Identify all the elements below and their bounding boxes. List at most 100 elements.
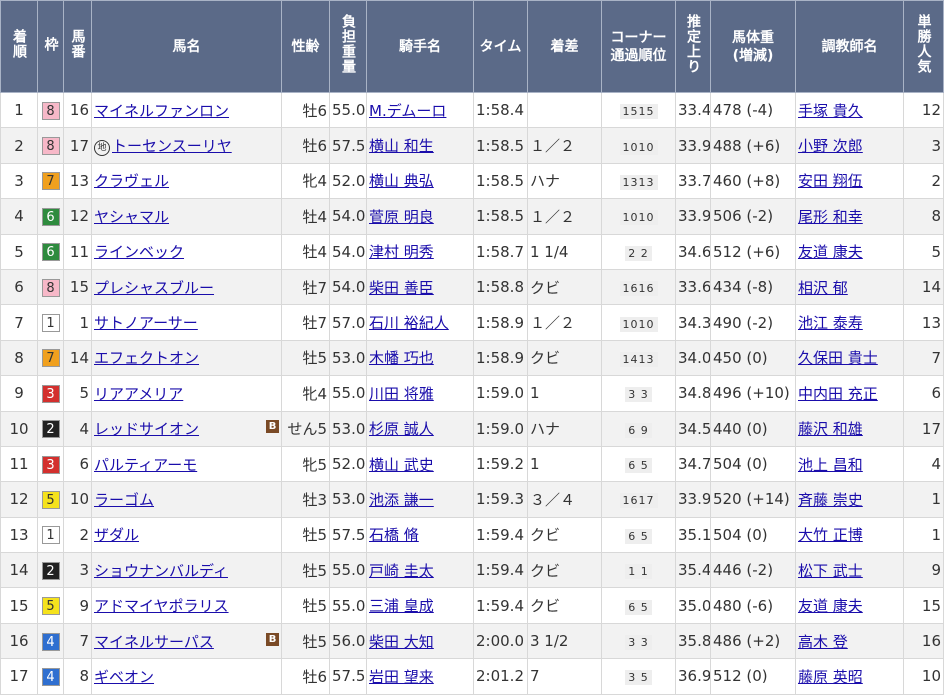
horse-name-link[interactable]: クラヴェル	[94, 172, 169, 190]
trainer-link[interactable]: 久保田 貴士	[798, 349, 878, 367]
trainer-link[interactable]: 中内田 充正	[798, 385, 878, 403]
trainer-link[interactable]: 高木 登	[798, 633, 848, 651]
horse-name-link[interactable]: サトノアーサー	[94, 314, 198, 332]
header-number[interactable]: 馬番	[63, 0, 92, 93]
trainer-link[interactable]: 友道 康夫	[798, 597, 863, 615]
horse-number-cell: 2	[63, 516, 92, 554]
horse-name-link[interactable]: ギベオン	[94, 668, 154, 686]
trainer-link[interactable]: 松下 武士	[798, 562, 863, 580]
jockey-link[interactable]: M.デムーロ	[369, 102, 446, 120]
horse-number-cell: 13	[63, 162, 92, 200]
jockey-link[interactable]: 柴田 大知	[369, 633, 434, 651]
horse-name-link[interactable]: ショウナンバルディ	[94, 562, 228, 580]
horse-name-link[interactable]: ラーゴム	[94, 491, 154, 509]
frame-cell: 4	[37, 622, 64, 660]
horse-number-cell: 4	[63, 410, 92, 447]
jockey-link[interactable]: 木幡 巧也	[369, 349, 434, 367]
horse-name-link[interactable]: レッドサイオン	[94, 420, 199, 438]
blinker-icon: B	[266, 632, 279, 646]
trainer-cell: 池江 泰寿	[795, 304, 904, 341]
jockey-link[interactable]: 津村 明秀	[369, 243, 434, 261]
horse-name-link[interactable]: ヤシャマル	[94, 208, 169, 226]
jockey-link[interactable]: 菅原 明良	[369, 208, 434, 226]
trainer-link[interactable]: 友道 康夫	[798, 243, 863, 261]
jockey-cell: 木幡 巧也	[366, 339, 474, 377]
table-row: 1 8 16 マイネルファンロン 牡6 55.0 M.デムーロ 1:58.4 1515 33.4 4…	[0, 91, 944, 129]
header-rank[interactable]: 着順	[0, 0, 38, 93]
margin-cell: １／２	[527, 304, 602, 341]
frame-cell: 3	[37, 445, 64, 483]
trainer-cell: 安田 翔伍	[795, 162, 904, 200]
corner-cell: 1313	[601, 162, 676, 200]
header-weight[interactable]: 負担重量	[329, 0, 367, 93]
jockey-link[interactable]: 横山 武史	[369, 456, 434, 474]
time-cell: 1:59.2	[473, 445, 528, 483]
horse-name-link[interactable]: プレシャスブルー	[94, 279, 214, 297]
horse-name-cell: プレシャスブルー	[91, 268, 282, 306]
jockey-link[interactable]: 三浦 皇成	[369, 597, 434, 615]
horse-name-cell: アドマイヤポラリス	[91, 587, 282, 624]
jockey-link[interactable]: 杉原 誠人	[369, 420, 434, 438]
trainer-link[interactable]: 尾形 和幸	[798, 208, 863, 226]
corner-cell: 3 3	[601, 622, 676, 660]
trainer-link[interactable]: 池江 泰寿	[798, 314, 863, 332]
header-last3f[interactable]: 推定上り	[675, 0, 711, 93]
corner-order: 2 2	[625, 245, 652, 261]
jockey-link[interactable]: 川田 将雅	[369, 385, 434, 403]
corner-order: 6 5	[625, 528, 652, 544]
trainer-link[interactable]: 安田 翔伍	[798, 172, 863, 190]
jockey-link[interactable]: 池添 謙一	[369, 491, 434, 509]
margin-cell: クビ	[527, 516, 602, 554]
header-margin[interactable]: 着差	[527, 0, 602, 93]
horse-name-cell: エフェクトオン	[91, 339, 282, 377]
horse-name-cell: レッドサイオン B	[91, 410, 282, 447]
corner-cell: 1515	[601, 91, 676, 129]
horse-number-cell: 6	[63, 445, 92, 483]
trainer-link[interactable]: 藤沢 和雄	[798, 420, 863, 438]
horse-name-link[interactable]: パルティアーモ	[94, 456, 197, 474]
trainer-link[interactable]: 大竹 正博	[798, 526, 863, 544]
trainer-link[interactable]: 池上 昌和	[798, 456, 863, 474]
sex-age-cell: 牡5	[281, 587, 330, 624]
weight-cell: 55.0	[329, 91, 367, 129]
corner-order: 1 1	[625, 564, 652, 580]
trainer-link[interactable]: 斉藤 崇史	[798, 491, 863, 509]
jockey-link[interactable]: 柴田 善臣	[369, 279, 434, 297]
horse-name-cell: リアアメリア	[91, 375, 282, 412]
header-corner[interactable]: コーナー 通過順位	[601, 0, 676, 93]
jockey-link[interactable]: 戸崎 圭太	[369, 562, 434, 580]
horse-name-link[interactable]: ラインベック	[94, 243, 184, 261]
jockey-link[interactable]: 横山 典弘	[369, 172, 434, 190]
trainer-link[interactable]: 小野 次郎	[798, 137, 863, 155]
horse-name-link[interactable]: ザダル	[94, 526, 139, 544]
last3f-cell: 35.1	[675, 516, 711, 554]
header-time[interactable]: タイム	[473, 0, 528, 93]
sex-age-cell: 牝5	[281, 445, 330, 483]
header-horse[interactable]: 馬名	[91, 0, 282, 93]
jockey-link[interactable]: 石橋 脩	[369, 526, 419, 544]
trainer-link[interactable]: 手塚 貴久	[798, 102, 863, 120]
jockey-link[interactable]: 岩田 望来	[369, 668, 434, 686]
horse-number-cell: 11	[63, 233, 92, 270]
weight-cell: 53.0	[329, 410, 367, 447]
header-jockey[interactable]: 騎手名	[366, 0, 474, 93]
horse-name-link[interactable]: マイネルサーパス	[94, 633, 214, 651]
trainer-link[interactable]: 相沢 郁	[798, 279, 848, 297]
jockey-link[interactable]: 石川 裕紀人	[369, 314, 449, 332]
time-cell: 1:58.7	[473, 233, 528, 270]
header-trainer[interactable]: 調教師名	[795, 0, 904, 93]
horse-name-link[interactable]: トーセンスーリヤ	[112, 137, 232, 155]
horse-name-link[interactable]: アドマイヤポラリス	[94, 597, 229, 615]
header-popularity[interactable]: 単勝人気	[903, 0, 944, 93]
sex-age-cell: 牡5	[281, 552, 330, 589]
trainer-link[interactable]: 藤原 英昭	[798, 668, 863, 686]
corner-order: 1010	[619, 139, 658, 155]
horse-name-link[interactable]: エフェクトオン	[94, 349, 199, 367]
header-sexage[interactable]: 性齢	[281, 0, 330, 93]
header-frame[interactable]: 枠	[37, 0, 64, 93]
frame-badge: 5	[41, 490, 60, 509]
horse-name-link[interactable]: リアアメリア	[94, 385, 183, 403]
horse-name-link[interactable]: マイネルファンロン	[94, 102, 229, 120]
jockey-link[interactable]: 横山 和生	[369, 137, 434, 155]
header-body-weight[interactable]: 馬体重 (増減)	[710, 0, 796, 93]
